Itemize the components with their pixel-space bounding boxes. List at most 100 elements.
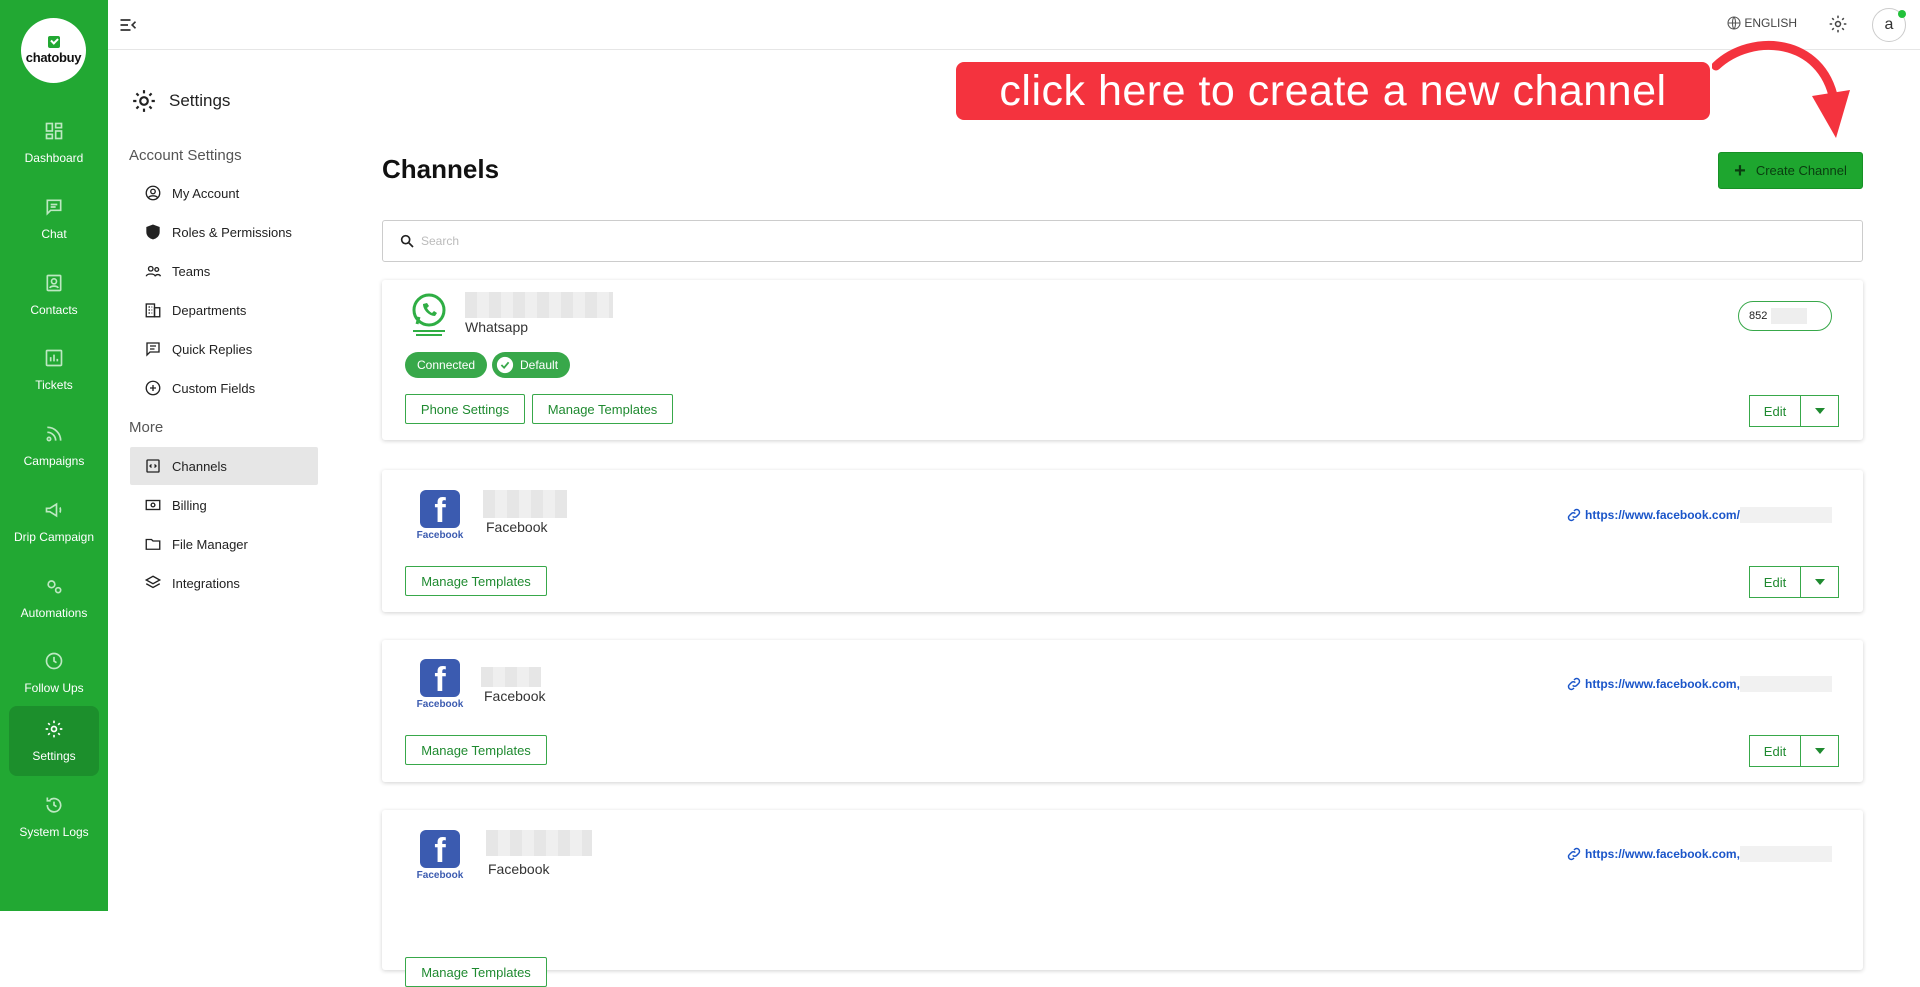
shield-icon: [146, 224, 160, 240]
settings-header: Settings: [131, 88, 230, 114]
facebook-logo-text: Facebook: [416, 870, 464, 881]
channel-card-facebook: f Facebook Facebook https://www.facebook…: [382, 810, 1863, 987]
manage-templates-button[interactable]: Manage Templates: [405, 735, 547, 765]
avatar[interactable]: a: [1872, 8, 1906, 42]
manage-templates-button[interactable]: Manage Templates: [405, 566, 547, 596]
nav-item-tickets[interactable]: Tickets: [9, 335, 99, 405]
annotation-arrow-icon: [1712, 41, 1850, 138]
history-icon: [46, 797, 62, 813]
contacts-icon: [46, 274, 62, 292]
channel-type: Facebook: [488, 861, 550, 877]
side-item-label: Integrations: [172, 575, 240, 591]
whatsapp-logo-icon: [412, 293, 446, 336]
edit-dropdown-group: Edit: [1749, 566, 1839, 598]
side-item-file-manager[interactable]: File Manager: [130, 525, 318, 563]
side-item-channels[interactable]: Channels: [130, 447, 318, 485]
create-channel-button[interactable]: + Create Channel: [1718, 152, 1863, 189]
facebook-logo-text: Facebook: [416, 530, 464, 541]
logo-text: chatobuy: [25, 50, 82, 65]
side-item-teams[interactable]: Teams: [130, 252, 318, 290]
phone-settings-button[interactable]: Phone Settings: [405, 394, 525, 424]
side-item-label: Departments: [172, 302, 247, 318]
side-item-label: Billing: [172, 497, 207, 513]
manage-templates-button[interactable]: Manage Templates: [405, 957, 547, 987]
settings-gear-icon[interactable]: [1828, 14, 1848, 34]
facebook-logo-icon: f: [420, 830, 460, 868]
channels-icon: [146, 459, 160, 473]
channel-type: Whatsapp: [465, 319, 529, 335]
nav-item-campaigns[interactable]: Campaigns: [9, 411, 99, 481]
nav-item-follow-ups[interactable]: Follow Ups: [9, 638, 99, 708]
facebook-url: https://www.facebook.com/: [1585, 508, 1740, 522]
side-item-label: Teams: [172, 263, 211, 279]
side-item-billing[interactable]: Billing: [130, 486, 318, 524]
edit-dropdown-group: Edit: [1749, 395, 1839, 427]
nav-item-chat[interactable]: Chat: [9, 184, 99, 254]
side-item-label: Channels: [172, 458, 227, 474]
link-icon: [1567, 847, 1581, 861]
default-label: Default: [520, 358, 559, 372]
gear-icon: [133, 90, 155, 112]
nav-item-system-logs[interactable]: System Logs: [9, 782, 99, 852]
status-badge: Connected: [405, 352, 488, 378]
side-item-quick-replies[interactable]: Quick Replies: [130, 330, 318, 368]
nav-item-drip-campaign[interactable]: Drip Campaign: [9, 487, 99, 557]
nav-label: Drip Campaign: [13, 530, 95, 544]
nav-item-dashboard[interactable]: Dashboard: [9, 108, 99, 178]
nav-label: Settings: [32, 749, 76, 763]
nav-item-contacts[interactable]: Contacts: [9, 260, 99, 330]
default-badge: Default: [492, 352, 571, 378]
side-item-integrations[interactable]: Integrations: [130, 564, 318, 602]
link-icon: [1567, 677, 1581, 691]
message-icon: [146, 342, 160, 357]
manage-templates-button[interactable]: Manage Templates: [532, 394, 673, 424]
channel-card-facebook: f Facebook Facebook https://www.facebook…: [382, 470, 1863, 612]
phone-number-pill: 852: [1738, 301, 1832, 331]
side-item-custom-fields[interactable]: Custom Fields: [130, 369, 318, 407]
search-bar: [382, 220, 1863, 262]
chatobuy-logo[interactable]: chatobuy: [21, 18, 86, 83]
menu-collapse-icon[interactable]: [118, 15, 138, 35]
edit-dropdown-toggle[interactable]: [1801, 395, 1839, 427]
account-settings-heading: Account Settings: [129, 147, 242, 164]
megaphone-icon: [45, 502, 62, 518]
people-icon: [145, 265, 162, 277]
facebook-url: https://www.facebook.com,: [1585, 847, 1740, 861]
nav-label: Dashboard: [24, 151, 84, 165]
building-icon: [145, 303, 161, 318]
nav-item-automations[interactable]: Automations: [9, 563, 99, 633]
facebook-logo-icon: f: [420, 659, 460, 697]
edit-button[interactable]: Edit: [1749, 566, 1801, 598]
nav-item-settings[interactable]: Settings: [9, 706, 99, 776]
more-heading: More: [129, 419, 164, 436]
redacted-channel-name: [481, 667, 541, 687]
redacted-channel-name: [483, 490, 567, 518]
top-bar: ENGLISH a: [108, 0, 1920, 50]
page-title: Channels: [382, 154, 500, 184]
channel-card-whatsapp: Whatsapp 852 Connected Default Phone Set…: [382, 280, 1863, 440]
check-circle-icon: [496, 356, 514, 374]
search-input[interactable]: [421, 234, 1021, 248]
logo-mark-icon: [47, 36, 60, 48]
gear-icon: [45, 720, 63, 738]
nav-label: Follow Ups: [24, 681, 84, 695]
nav-label: Tickets: [35, 378, 73, 392]
edit-button[interactable]: Edit: [1749, 395, 1801, 427]
facebook-page-link[interactable]: https://www.facebook.com/: [1566, 507, 1832, 523]
clock-icon: [45, 652, 63, 670]
language-selector[interactable]: ENGLISH: [1726, 15, 1797, 31]
facebook-page-link[interactable]: https://www.facebook.com,: [1566, 846, 1832, 862]
side-item-my-account[interactable]: My Account: [130, 174, 318, 212]
redacted-channel-name: [486, 830, 592, 856]
facebook-url: https://www.facebook.com,: [1585, 677, 1740, 691]
side-item-departments[interactable]: Departments: [130, 291, 318, 329]
edit-button[interactable]: Edit: [1749, 735, 1801, 767]
edit-dropdown-toggle[interactable]: [1801, 566, 1839, 598]
side-item-roles-permissions[interactable]: Roles & Permissions: [130, 213, 318, 251]
link-icon: [1567, 508, 1581, 522]
edit-dropdown-toggle[interactable]: [1801, 735, 1839, 767]
left-nav: chatobuy Dashboard Chat Contacts Tickets…: [0, 0, 108, 911]
redacted-phone: [1771, 308, 1808, 324]
settings-sidebar: Settings Account Settings My Account Rol…: [108, 50, 338, 911]
facebook-page-link[interactable]: https://www.facebook.com,: [1566, 676, 1832, 692]
